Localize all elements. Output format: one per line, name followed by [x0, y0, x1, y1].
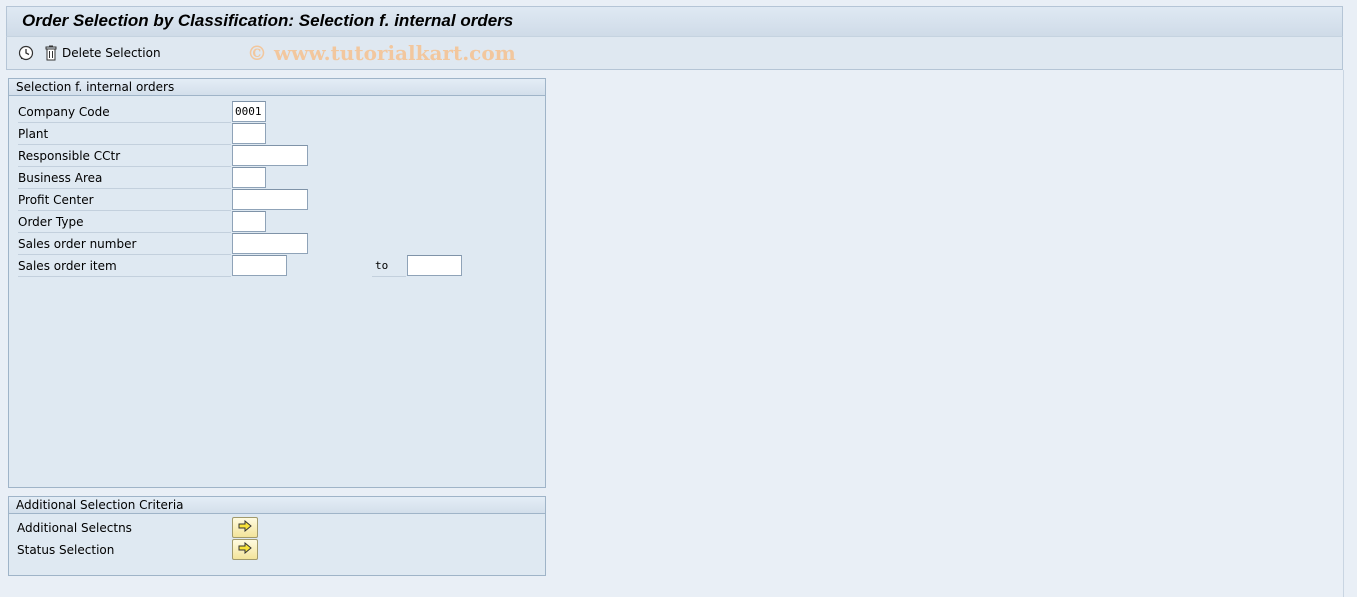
additional-selectns-label: Additional Selectns [17, 521, 132, 535]
to-label: to [372, 257, 406, 277]
responsible-cctr-label: Responsible CCtr [18, 147, 231, 167]
application-toolbar: Delete Selection © www.tutorialkart.com [6, 36, 1343, 70]
additional-criteria-group: Additional Selection Criteria Additional… [8, 496, 546, 576]
title-bar: Order Selection by Classification: Selec… [6, 6, 1343, 36]
additional-selectns-button[interactable] [232, 517, 258, 538]
scroll-divider [1343, 70, 1344, 597]
field-row-sales-order-number: Sales order number [9, 233, 545, 255]
sales-order-item-label: Sales order item [18, 257, 231, 277]
sales-order-number-label: Sales order number [18, 235, 231, 255]
field-row-business-area: Business Area [9, 167, 545, 189]
selection-group: Selection f. internal orders Company Cod… [8, 78, 546, 488]
page-title: Order Selection by Classification: Selec… [22, 11, 514, 30]
sales-order-number-input[interactable] [232, 233, 308, 254]
arrow-right-icon [238, 519, 252, 535]
order-type-input[interactable] [232, 211, 266, 232]
field-row-plant: Plant [9, 123, 545, 145]
field-row-profit-center: Profit Center [9, 189, 545, 211]
field-row-company-code: Company Code 0001 [9, 101, 545, 123]
sales-order-item-from-input[interactable] [232, 255, 287, 276]
responsible-cctr-input[interactable] [232, 145, 308, 166]
business-area-label: Business Area [18, 169, 231, 189]
sales-order-item-to-input[interactable] [407, 255, 462, 276]
order-type-label: Order Type [18, 213, 231, 233]
delete-selection-label: Delete Selection [62, 46, 161, 60]
field-row-order-type: Order Type [9, 211, 545, 233]
profit-center-label: Profit Center [18, 191, 231, 211]
execute-button[interactable] [17, 42, 35, 64]
company-code-input[interactable]: 0001 [232, 101, 266, 122]
company-code-label: Company Code [18, 103, 231, 123]
field-row-responsible-cctr: Responsible CCtr [9, 145, 545, 167]
execute-clock-icon [17, 44, 35, 62]
plant-input[interactable] [232, 123, 266, 144]
arrow-right-icon [238, 541, 252, 557]
watermark: © www.tutorialkart.com [247, 41, 516, 65]
selection-group-title: Selection f. internal orders [9, 79, 545, 96]
trash-icon [42, 44, 60, 62]
status-selection-label: Status Selection [17, 543, 115, 557]
profit-center-input[interactable] [232, 189, 308, 210]
field-row-sales-order-item: Sales order item to [9, 255, 545, 277]
delete-selection-button[interactable]: Delete Selection [42, 42, 161, 64]
business-area-input[interactable] [232, 167, 266, 188]
additional-criteria-title: Additional Selection Criteria [9, 497, 545, 514]
plant-label: Plant [18, 125, 231, 145]
status-selection-button[interactable] [232, 539, 258, 560]
